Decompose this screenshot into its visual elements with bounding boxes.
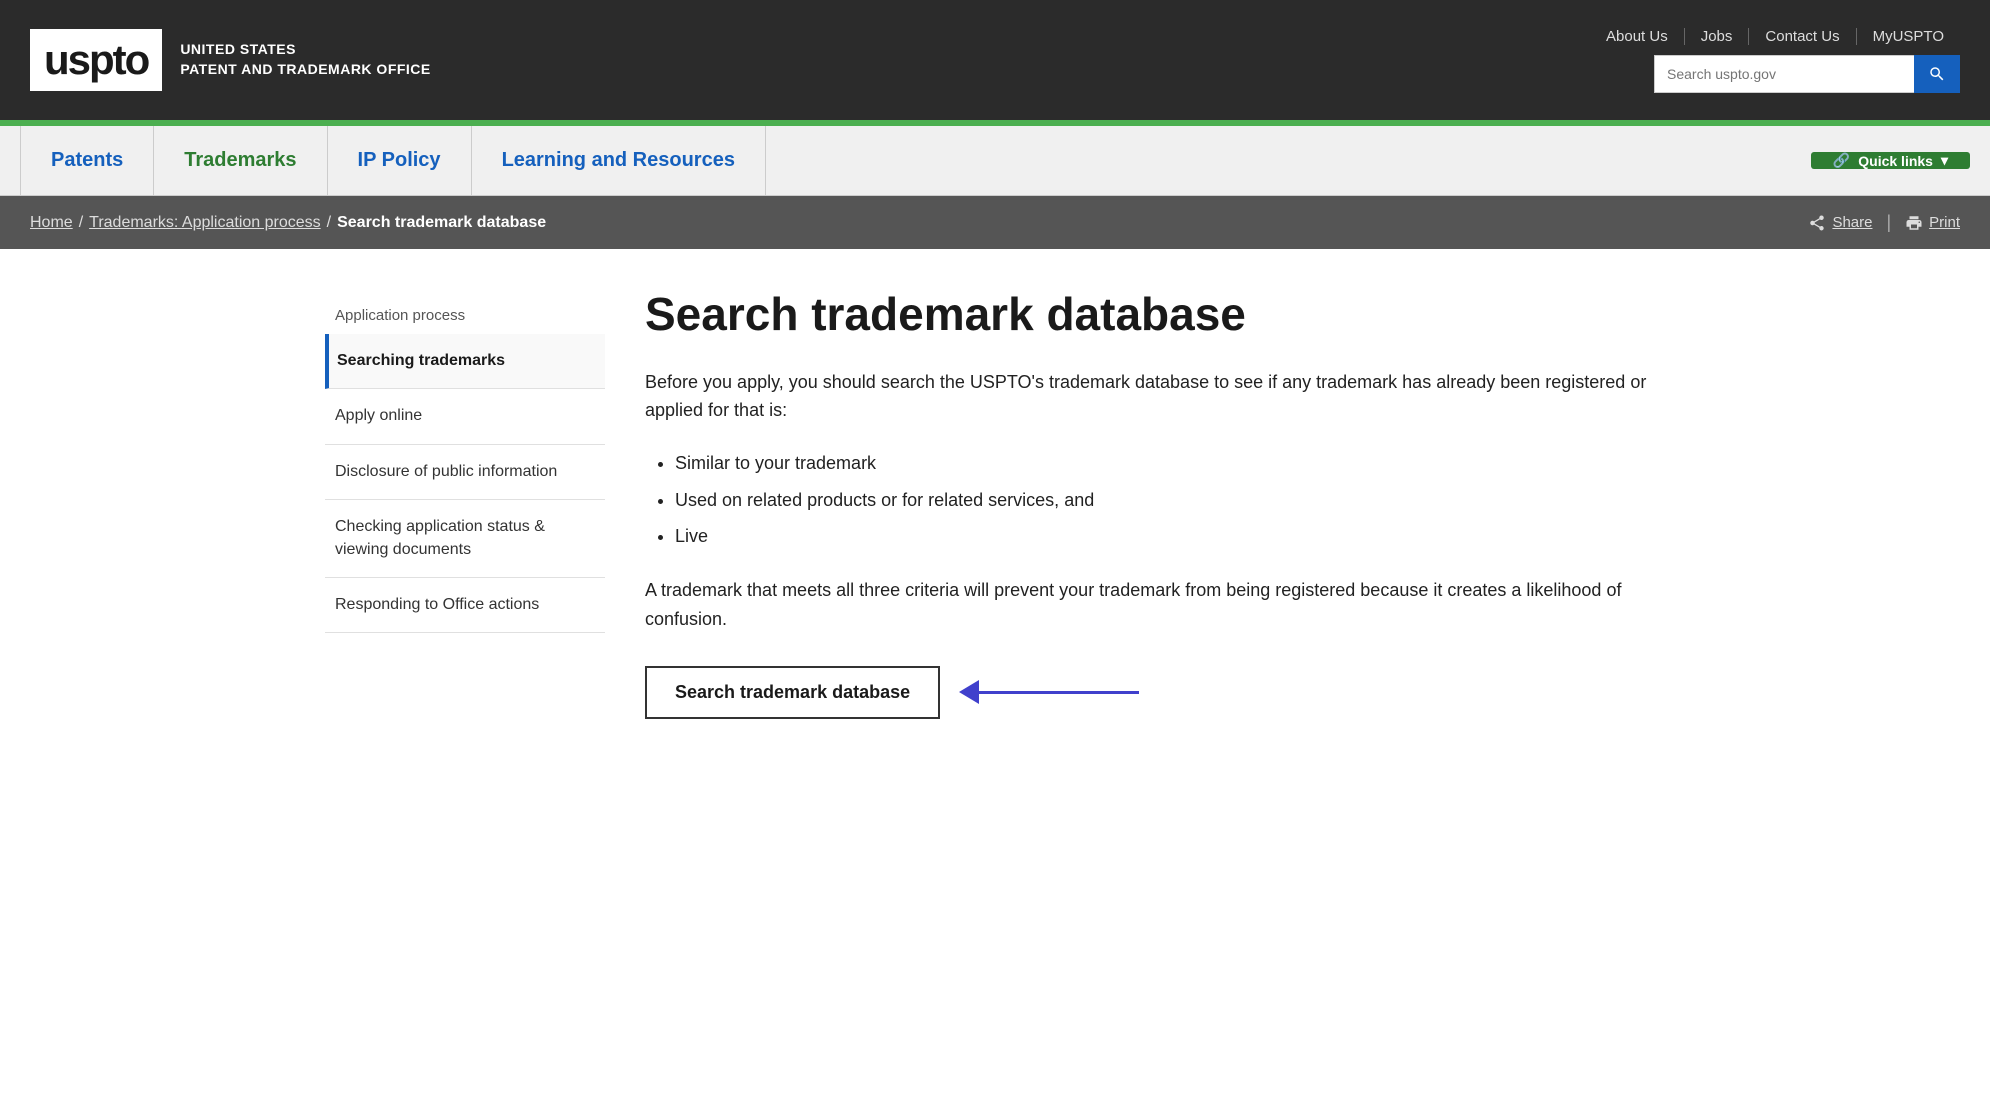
top-links: About Us Jobs Contact Us MyUSPTO [1590, 28, 1960, 45]
breadcrumb-sep2: / [327, 214, 331, 232]
arrow-head [959, 680, 979, 704]
bullet-2: Used on related products or for related … [675, 484, 1665, 516]
sidebar-item-checking-status[interactable]: Checking application status & viewing do… [325, 500, 605, 578]
main-content: Search trademark database Before you app… [645, 289, 1665, 719]
logo-subtext-line1: UNITED STATES [180, 40, 430, 60]
sidebar: Application process Searching trademarks… [325, 289, 605, 719]
bullet-3: Live [675, 520, 1665, 552]
cta-row: Search trademark database [645, 666, 1665, 719]
nav-ip-policy[interactable]: IP Policy [328, 126, 472, 195]
bullet-list: Similar to your trademark Used on relate… [675, 447, 1665, 552]
breadcrumb-sep1: / [79, 214, 83, 232]
link-icon: 🔗 [1833, 152, 1850, 169]
myuspto-link[interactable]: MyUSPTO [1857, 28, 1960, 45]
nav-trademarks[interactable]: Trademarks [154, 126, 327, 195]
search-bar [1654, 55, 1960, 93]
nav-patents[interactable]: Patents [20, 126, 154, 195]
jobs-link[interactable]: Jobs [1685, 28, 1750, 45]
criteria-text: A trademark that meets all three criteri… [645, 576, 1665, 634]
top-bar: uspto UNITED STATES PATENT AND TRADEMARK… [0, 0, 1990, 120]
print-icon [1905, 214, 1923, 232]
share-icon [1808, 214, 1826, 232]
logo-subtext-line2: PATENT AND TRADEMARK OFFICE [180, 60, 430, 80]
breadcrumb-divider: | [1886, 212, 1891, 233]
main-nav: Patents Trademarks IP Policy Learning an… [0, 126, 1990, 196]
content-area: Application process Searching trademarks… [295, 249, 1695, 759]
logo-subtext: UNITED STATES PATENT AND TRADEMARK OFFIC… [180, 40, 430, 79]
share-button[interactable]: Share [1808, 214, 1872, 232]
breadcrumb-bar: Home / Trademarks: Application process /… [0, 196, 1990, 249]
nav-learning[interactable]: Learning and Resources [472, 126, 766, 195]
quick-links-button[interactable]: 🔗 Quick links ▾ [1811, 152, 1970, 169]
sidebar-item-apply-online[interactable]: Apply online [325, 389, 605, 444]
sidebar-item-searching-trademarks[interactable]: Searching trademarks [325, 334, 605, 389]
contact-us-link[interactable]: Contact Us [1749, 28, 1856, 45]
chevron-down-icon: ▾ [1941, 152, 1948, 169]
breadcrumb-current: Search trademark database [337, 214, 546, 232]
search-icon [1928, 65, 1946, 83]
logo-box: uspto [30, 29, 162, 91]
breadcrumb-actions: Share | Print [1808, 212, 1960, 233]
logo-area: uspto UNITED STATES PATENT AND TRADEMARK… [30, 29, 431, 91]
arrow-container [960, 680, 1139, 704]
intro-text: Before you apply, you should search the … [645, 368, 1665, 426]
top-right: About Us Jobs Contact Us MyUSPTO [1590, 28, 1960, 93]
about-us-link[interactable]: About Us [1590, 28, 1685, 45]
breadcrumb: Home / Trademarks: Application process /… [30, 214, 546, 232]
search-trademark-database-button[interactable]: Search trademark database [645, 666, 940, 719]
sidebar-item-office-actions[interactable]: Responding to Office actions [325, 578, 605, 633]
quick-links-label: Quick links [1858, 153, 1933, 169]
breadcrumb-section[interactable]: Trademarks: Application process [89, 214, 321, 232]
breadcrumb-home[interactable]: Home [30, 214, 73, 232]
arrow-line [979, 691, 1139, 694]
share-label: Share [1832, 214, 1872, 231]
print-label: Print [1929, 214, 1960, 231]
sidebar-item-disclosure[interactable]: Disclosure of public information [325, 445, 605, 500]
search-input[interactable] [1654, 55, 1914, 93]
print-button[interactable]: Print [1905, 214, 1960, 232]
bullet-1: Similar to your trademark [675, 447, 1665, 479]
nav-spacer [766, 126, 1791, 195]
sidebar-parent-label: Application process [325, 289, 605, 334]
logo-text: uspto [44, 39, 148, 81]
page-title: Search trademark database [645, 289, 1665, 340]
search-button[interactable] [1914, 55, 1960, 93]
